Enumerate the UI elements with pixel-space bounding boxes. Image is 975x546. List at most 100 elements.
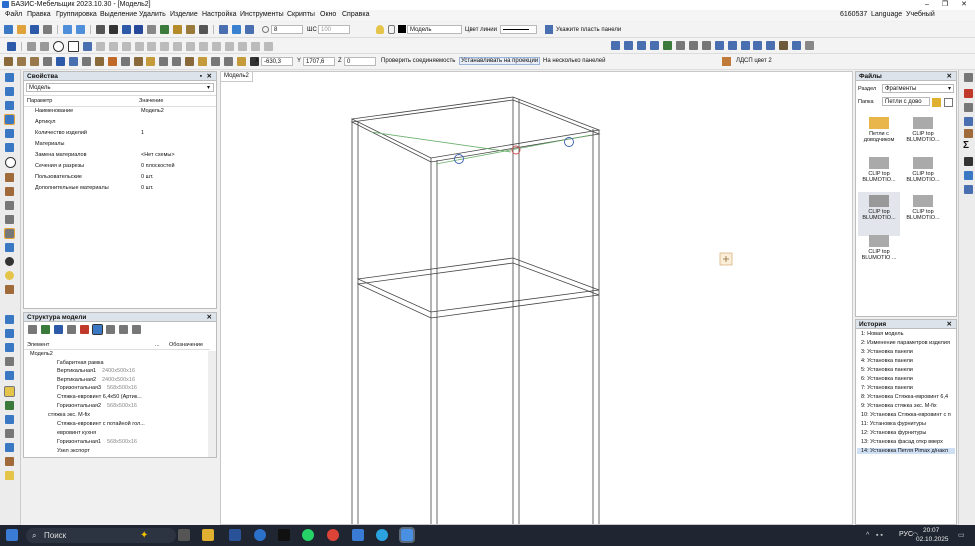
rectangle-icon[interactable] — [67, 41, 79, 52]
strip-tool-19-icon[interactable] — [5, 371, 14, 380]
view-left-icon[interactable] — [636, 41, 646, 50]
right-tool-7-icon[interactable] — [964, 171, 973, 180]
3d-viewport[interactable]: Модель2 — [220, 71, 853, 525]
strip-tool-23-icon[interactable] — [5, 429, 14, 438]
strip-tool-13-icon[interactable] — [5, 257, 14, 266]
history-item[interactable]: 5: Установка панели — [861, 367, 913, 373]
history-item[interactable]: 3: Установка панели — [861, 349, 913, 355]
select-arrow-icon[interactable] — [7, 42, 16, 51]
strip-tool-17-icon[interactable] — [5, 343, 14, 352]
trim-icon[interactable] — [173, 42, 183, 51]
open-folder-icon[interactable] — [16, 25, 26, 34]
extend-icon[interactable] — [186, 42, 196, 51]
panel-tool15-icon[interactable] — [185, 57, 195, 66]
strip-rotate-icon[interactable] — [5, 157, 16, 168]
strip-tool-25-icon[interactable] — [5, 471, 14, 480]
panel-pin-icon[interactable]: ▪ — [200, 72, 202, 81]
erase-icon[interactable] — [238, 42, 248, 51]
structure-close-icon[interactable]: ✕ — [207, 313, 212, 322]
folder-up-icon[interactable] — [932, 98, 941, 107]
history-item[interactable]: 9: Установка стяжка экс. M-fix — [861, 403, 937, 409]
whatsapp-icon[interactable] — [302, 529, 314, 541]
right-tool-5-icon[interactable] — [964, 129, 973, 138]
menu-tools[interactable]: Инструменты — [240, 11, 284, 18]
right-tool-6-icon[interactable] — [964, 157, 973, 166]
print-icon[interactable] — [42, 25, 52, 34]
lightbulb-icon[interactable] — [376, 25, 384, 34]
capcut-icon[interactable] — [278, 529, 290, 541]
view-front-icon[interactable] — [611, 41, 620, 50]
view-icon[interactable] — [219, 25, 229, 34]
chamfer-icon[interactable] — [225, 42, 235, 51]
history-item[interactable]: 7: Установка панели — [861, 385, 913, 391]
fastener-icon[interactable] — [766, 41, 776, 50]
structure-tool-4-icon[interactable] — [66, 325, 76, 334]
history-item[interactable]: 2: Изменение параметров изделия — [861, 340, 950, 346]
arrow-tool-icon[interactable] — [199, 25, 209, 34]
view-right-icon[interactable] — [649, 41, 659, 50]
panel-tool11-icon[interactable] — [133, 57, 143, 66]
redo-icon[interactable] — [75, 25, 85, 34]
menu-scripts[interactable]: Скрипты — [287, 11, 315, 18]
files-close-icon[interactable]: ✕ — [947, 72, 952, 81]
explorer-icon[interactable] — [202, 529, 214, 541]
menu-group[interactable]: Группировка — [56, 11, 97, 18]
structure-tool-2-icon[interactable] — [40, 325, 50, 334]
scale-icon[interactable] — [147, 42, 157, 51]
panel-tool17-icon[interactable] — [211, 57, 221, 66]
strip-tool-22-icon[interactable] — [5, 415, 14, 424]
panel-tool6-icon[interactable] — [68, 57, 78, 66]
render-icon[interactable] — [232, 25, 242, 34]
taskbar-search[interactable]: ⌕ Поиск ✦ — [26, 528, 176, 543]
check-connections-button[interactable]: Проверить соединяемость — [381, 58, 455, 64]
file-thumb[interactable]: Петли с доводчиком — [858, 114, 900, 158]
strip-search-icon[interactable] — [5, 443, 14, 452]
camera-icon[interactable] — [245, 25, 255, 34]
lock-icon[interactable] — [388, 25, 395, 34]
editor-icon[interactable] — [352, 529, 364, 541]
polyline-icon[interactable] — [39, 42, 49, 51]
snap-icon[interactable] — [121, 25, 131, 34]
strip-tool-20-icon[interactable] — [4, 386, 15, 397]
task-view-icon[interactable] — [178, 529, 190, 541]
strip-tool-9-icon[interactable] — [5, 201, 14, 210]
panel-tool4-icon[interactable] — [42, 57, 52, 66]
chrome-icon[interactable] — [327, 529, 339, 541]
strip-tool-1-icon[interactable] — [5, 73, 14, 82]
move-icon[interactable] — [121, 42, 131, 51]
strip-light-icon[interactable] — [5, 271, 14, 280]
keyboard-language[interactable]: РУС — [899, 531, 913, 538]
copy-icon[interactable] — [95, 42, 105, 51]
dots-grid-icon[interactable] — [108, 25, 118, 34]
panel-tool19-icon[interactable] — [237, 57, 247, 66]
grid-icon[interactable] — [95, 25, 105, 34]
strip-tool-3-icon[interactable] — [5, 101, 14, 110]
menu-delete[interactable]: Удалить — [139, 11, 166, 18]
line-style-select[interactable] — [500, 25, 537, 34]
history-item-selected[interactable]: 14: Установка Петля Pimax д/накл — [857, 448, 955, 454]
strip-tool-12-icon[interactable] — [5, 243, 14, 252]
clock-date[interactable]: 02.10.2025 — [916, 536, 949, 543]
strip-tool-15-icon[interactable] — [5, 315, 14, 324]
array-icon[interactable] — [160, 42, 170, 51]
material-selector[interactable]: ЛДСП цвет 2 — [736, 58, 772, 64]
strip-tool-16-icon[interactable] — [5, 329, 14, 338]
strip-tool-8-icon[interactable] — [5, 187, 14, 196]
tray-chevron-icon[interactable]: ^ — [866, 532, 869, 539]
dimension-icon[interactable] — [251, 42, 261, 51]
clock-time[interactable]: 20:07 — [923, 527, 939, 534]
ortho-icon[interactable] — [160, 25, 170, 34]
view-top-icon[interactable] — [623, 41, 633, 50]
history-item[interactable]: 12: Установка фурнитуры — [861, 430, 926, 436]
strip-tool-4-icon[interactable] — [4, 114, 15, 125]
notifications-icon[interactable]: ▭ — [958, 531, 965, 539]
layer-toggle-icon[interactable] — [262, 26, 269, 33]
menu-settings[interactable]: Настройка — [202, 11, 236, 18]
panel-tool2-icon[interactable] — [16, 57, 26, 66]
hardware-icon[interactable] — [753, 41, 763, 50]
thickness-field[interactable]: 100 — [318, 25, 350, 34]
file-thumb-selected[interactable]: CLIP top BLUMOTIO... — [858, 192, 900, 236]
section-select[interactable]: Фрагменты ▾ — [882, 84, 954, 93]
right-tool-3-icon[interactable] — [964, 103, 973, 112]
fillet-icon[interactable] — [212, 42, 222, 51]
